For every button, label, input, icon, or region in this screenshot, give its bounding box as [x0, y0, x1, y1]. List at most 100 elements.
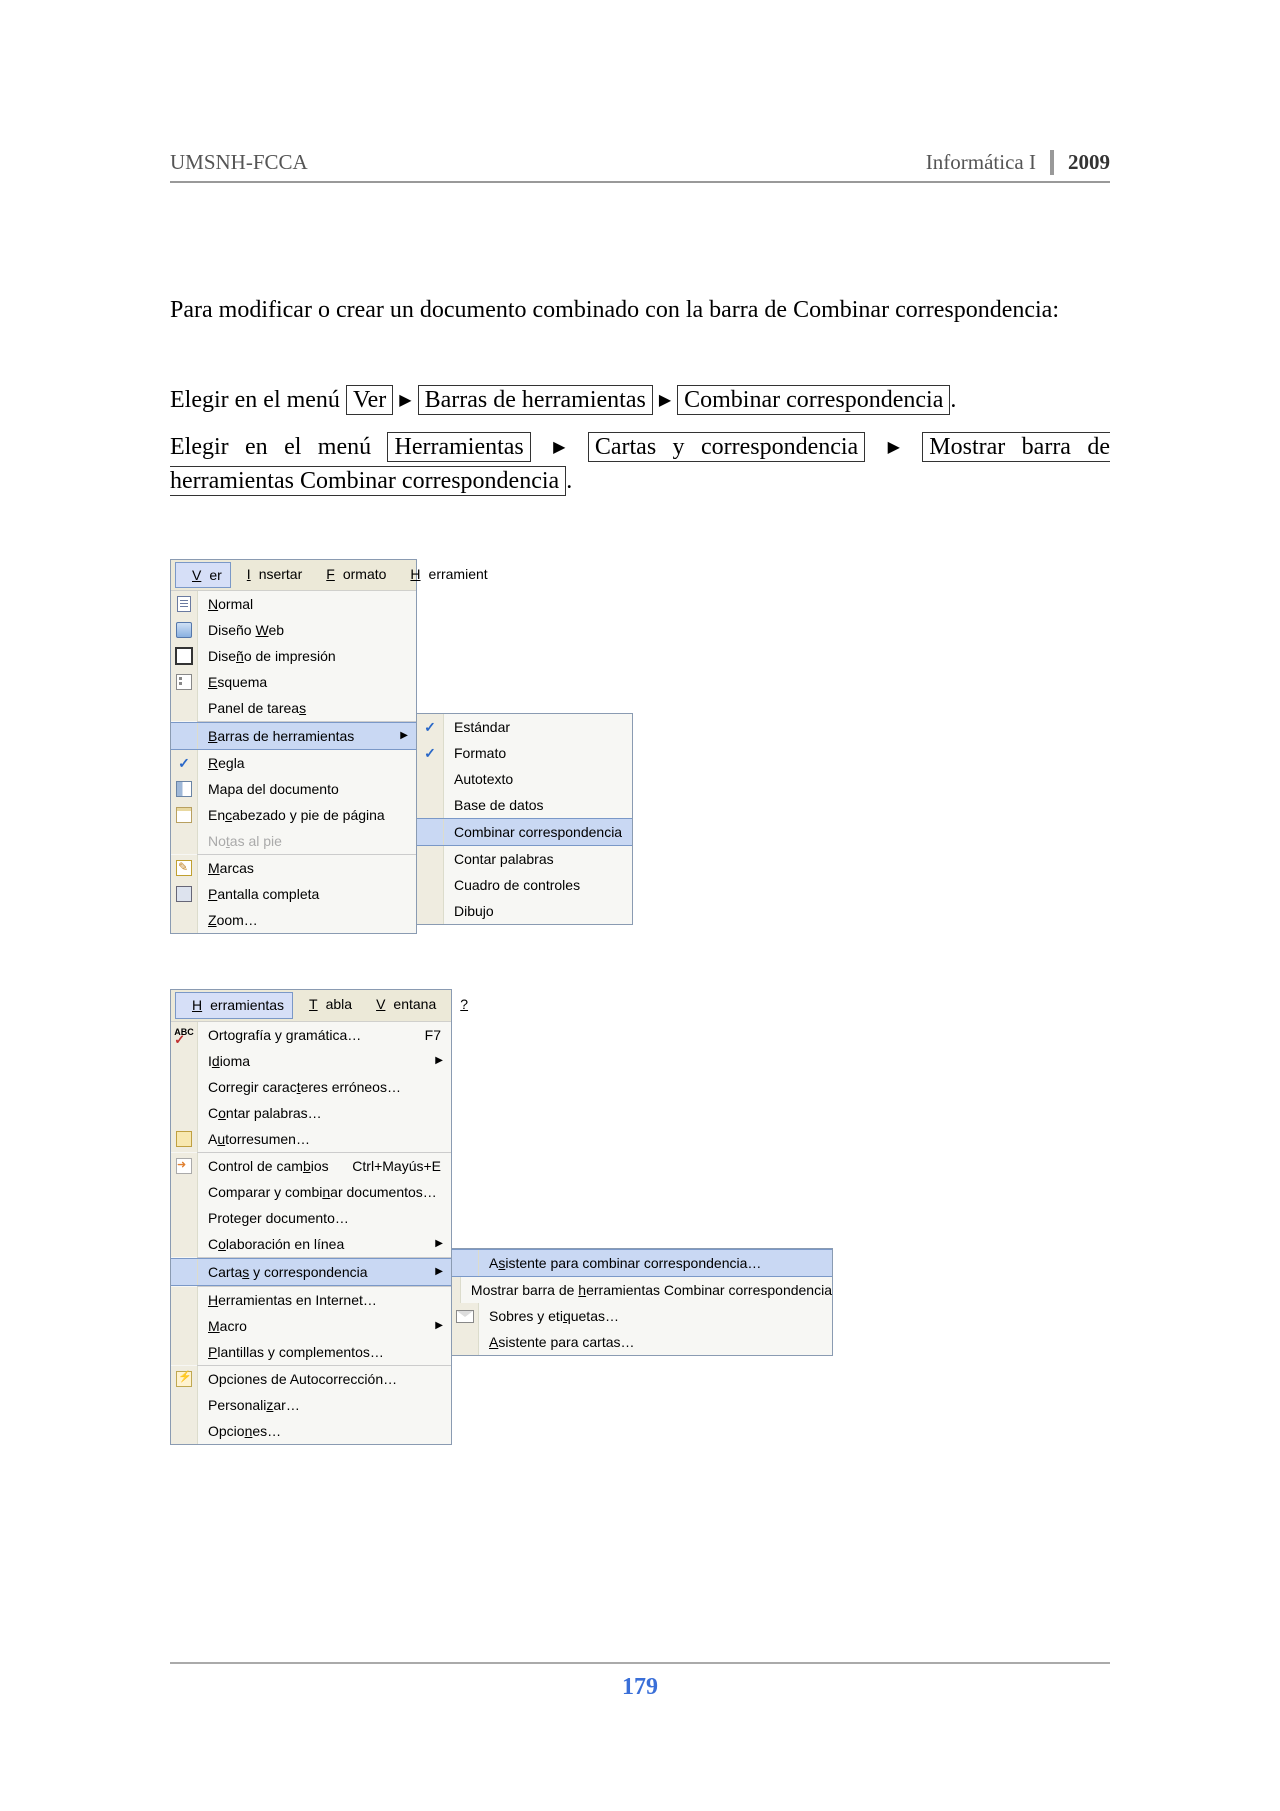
menu-item[interactable]: Diseño Web	[171, 617, 416, 643]
submenu-item[interactable]: Mostrar barra de herramientas Combinar c…	[452, 1277, 832, 1303]
menu-item[interactable]: Marcas	[171, 855, 416, 881]
menu-item[interactable]: Barras de herramientas▶	[171, 722, 416, 750]
submenu-item-label: Cuadro de controles	[444, 875, 632, 895]
menu-bar-item[interactable]: ?	[444, 992, 484, 1018]
menu-item-label: Ortografía y gramática…	[198, 1025, 425, 1045]
check-icon: ✓	[424, 717, 436, 737]
menu-item-shortcut: F7	[425, 1025, 451, 1045]
menu-item[interactable]: Encabezado y pie de página	[171, 802, 416, 828]
menu-item[interactable]: Herramientas en Internet…	[171, 1287, 451, 1313]
submenu-arrow-icon: ▶	[435, 1237, 451, 1252]
menu-item[interactable]: Comparar y combinar documentos…	[171, 1179, 451, 1205]
menu-item-icon-slot: ABC✓	[171, 1022, 198, 1048]
page-number: 179	[170, 1662, 1110, 1701]
menu-item-label: Contar palabras…	[198, 1103, 451, 1123]
submenu-item-icon-slot	[417, 846, 444, 872]
menu-item[interactable]: ABC✓Ortografía y gramática…F7	[171, 1022, 451, 1048]
menu-item-label: Barras de herramientas	[198, 726, 400, 746]
menu-item[interactable]: Autorresumen…	[171, 1126, 451, 1152]
menu-item-label: Marcas	[198, 858, 416, 878]
menu-item-label: Colaboración en línea	[198, 1234, 435, 1254]
submenu-item[interactable]: Contar palabras	[417, 846, 632, 872]
menu-item-icon-slot	[171, 617, 198, 643]
submenu-item[interactable]: Asistente para combinar correspondencia…	[452, 1249, 832, 1277]
submenu-item-icon-slot	[417, 766, 444, 792]
menu-item-icon-slot	[171, 1153, 198, 1179]
check-icon: ✓	[178, 753, 190, 773]
menu-item-icon-slot	[171, 1231, 198, 1257]
menu-item-label: Zoom…	[198, 910, 416, 930]
menu-item-icon-slot	[171, 1392, 198, 1418]
menu-item[interactable]: Opciones…	[171, 1418, 451, 1444]
menu-item[interactable]: Mapa del documento	[171, 776, 416, 802]
step2-box2: Cartas y correspondencia	[588, 432, 865, 462]
outline-view-icon	[176, 674, 192, 690]
menu-item[interactable]: Control de cambiosCtrl+Mayús+E	[171, 1153, 451, 1179]
submenu-item[interactable]: ✓Formato	[417, 740, 632, 766]
menu-bar-item[interactable]: Insertar	[231, 562, 310, 588]
menu-item[interactable]: Normal	[171, 591, 416, 617]
fullscreen-icon	[176, 886, 192, 902]
menu-item-label: Pantalla completa	[198, 884, 416, 904]
menu-bar-item[interactable]: Formato	[310, 562, 394, 588]
menu-bar: HerramientasTablaVentana?	[171, 990, 451, 1021]
submenu-item[interactable]: Dibujo	[417, 898, 632, 924]
menu-item[interactable]: Macro▶	[171, 1313, 451, 1339]
submenu-item-icon-slot	[417, 792, 444, 818]
menu-item-label: Esquema	[198, 672, 416, 692]
menu-item-label: Opciones de Autocorrección…	[198, 1369, 451, 1389]
menu-item[interactable]: Cartas y correspondencia▶	[171, 1258, 451, 1286]
submenu-item[interactable]: ✓Estándar	[417, 714, 632, 740]
menu-item-icon-slot	[171, 828, 198, 854]
submenu-item[interactable]: Asistente para cartas…	[452, 1329, 832, 1355]
submenu-item-label: Mostrar barra de herramientas Combinar c…	[461, 1280, 832, 1300]
menu-item-label: Encabezado y pie de página	[198, 805, 416, 825]
track-changes-icon	[176, 1158, 192, 1174]
menu-item[interactable]: Proteger documento…	[171, 1205, 451, 1231]
header-left: UMSNH-FCCA	[170, 150, 308, 175]
menu-item[interactable]: Esquema	[171, 669, 416, 695]
menu-item[interactable]: Panel de tareas	[171, 695, 416, 721]
menu-item[interactable]: ✓Regla	[171, 750, 416, 776]
menu-item-label: Herramientas en Internet…	[198, 1290, 451, 1310]
menu-bar-item[interactable]: Herramientas	[175, 992, 293, 1018]
triangle-icon: ▶	[553, 436, 565, 459]
menu-item[interactable]: Idioma▶	[171, 1048, 451, 1074]
menu-item-label: Normal	[198, 594, 416, 614]
menu-item[interactable]: Pantalla completa	[171, 881, 416, 907]
menu-item[interactable]: Colaboración en línea▶	[171, 1231, 451, 1257]
submenu-item-label: Formato	[444, 743, 632, 763]
menu-item-label: Diseño Web	[198, 620, 416, 640]
menu-item-label: Opciones…	[198, 1421, 451, 1441]
menu-item-label: Diseño de impresión	[198, 646, 416, 666]
menu-item-icon-slot	[171, 643, 198, 669]
menu-bar-item[interactable]: Tabla	[293, 992, 360, 1018]
document-page: UMSNH-FCCA Informática I 2009 Para modif…	[0, 0, 1280, 1811]
menu-item[interactable]: Personalizar…	[171, 1392, 451, 1418]
menu-item-icon-slot	[171, 1048, 198, 1074]
menu-item[interactable]: Corregir caracteres erróneos…	[171, 1074, 451, 1100]
menu-item[interactable]: Plantillas y complementos…	[171, 1339, 451, 1365]
submenu-item[interactable]: Cuadro de controles	[417, 872, 632, 898]
menu-bar-item[interactable]: Herramient	[394, 562, 495, 588]
header-year: 2009	[1050, 150, 1110, 175]
menu-item[interactable]: Zoom…	[171, 907, 416, 933]
submenu-item-icon-slot: ✓	[417, 714, 444, 740]
step1-tail: .	[950, 387, 956, 413]
menu-item[interactable]: Contar palabras…	[171, 1100, 451, 1126]
submenu-item-icon-slot	[452, 1250, 479, 1276]
submenu-item[interactable]: Autotexto	[417, 766, 632, 792]
menu-bar-item[interactable]: Ver	[175, 562, 231, 588]
menu-item-label: Panel de tareas	[198, 698, 416, 718]
menu-item[interactable]: Opciones de Autocorrección…	[171, 1366, 451, 1392]
menu-item[interactable]: Diseño de impresión	[171, 643, 416, 669]
submenu-item[interactable]: Sobres y etiquetas…	[452, 1303, 832, 1329]
submenu-item[interactable]: Combinar correspondencia	[417, 818, 632, 846]
menu-item-icon-slot	[171, 669, 198, 695]
triangle-icon: ▶	[659, 389, 671, 412]
submenu-item[interactable]: Base de datos	[417, 792, 632, 818]
intro-paragraph: Para modificar o crear un documento comb…	[170, 293, 1110, 328]
step2-box1: Herramientas	[387, 432, 530, 462]
menu-item-icon-slot	[171, 591, 198, 617]
menu-bar-item[interactable]: Ventana	[360, 992, 444, 1018]
